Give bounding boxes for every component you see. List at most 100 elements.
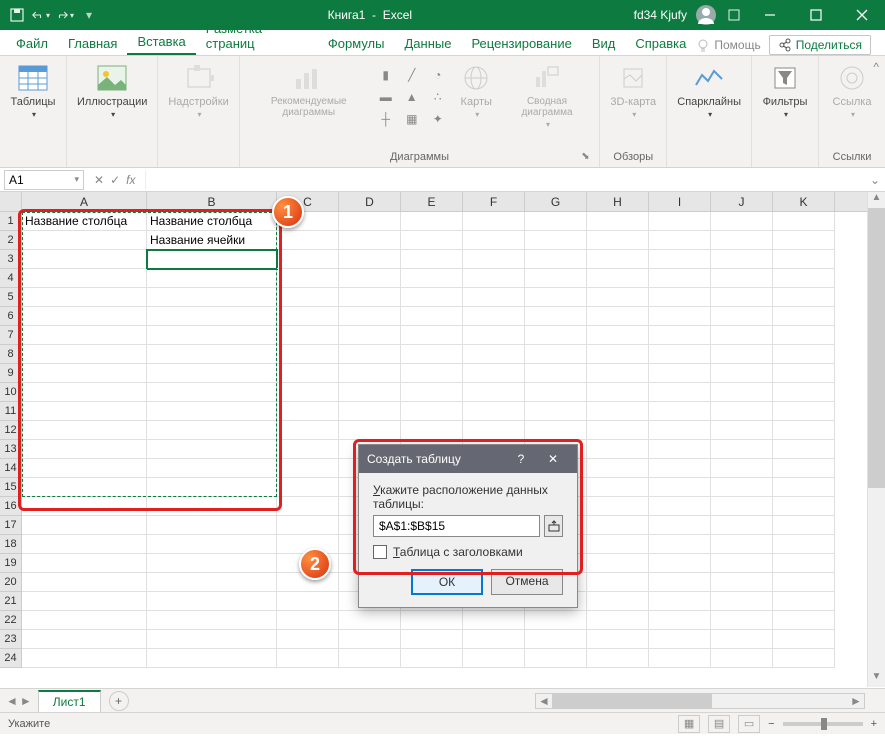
zoom-out-icon[interactable]: −: [768, 718, 774, 730]
dialog-range-input[interactable]: [373, 515, 540, 537]
cell[interactable]: [401, 364, 463, 383]
cell[interactable]: [277, 345, 339, 364]
cell[interactable]: [147, 478, 277, 497]
3dmap-button[interactable]: 3D-карта▾: [608, 60, 658, 121]
cell[interactable]: [339, 364, 401, 383]
cell[interactable]: [22, 497, 147, 516]
cell[interactable]: [525, 630, 587, 649]
cell[interactable]: [525, 250, 587, 269]
user-area[interactable]: fd34 Kjufy: [634, 4, 747, 26]
cell[interactable]: [401, 288, 463, 307]
cell[interactable]: [773, 250, 835, 269]
column-headers[interactable]: ABCDEFGHIJK: [22, 192, 867, 212]
cell[interactable]: [649, 649, 711, 668]
cell[interactable]: [401, 212, 463, 231]
cell[interactable]: [711, 554, 773, 573]
column-header[interactable]: I: [649, 192, 711, 211]
cell[interactable]: [277, 364, 339, 383]
cell[interactable]: [587, 231, 649, 250]
cell[interactable]: [339, 326, 401, 345]
row-header[interactable]: 8: [0, 345, 21, 364]
cell[interactable]: [401, 402, 463, 421]
cell[interactable]: [401, 630, 463, 649]
row-header[interactable]: 3: [0, 250, 21, 269]
cell[interactable]: [147, 611, 277, 630]
cell[interactable]: [22, 345, 147, 364]
cell[interactable]: [401, 611, 463, 630]
cell[interactable]: [147, 592, 277, 611]
cell[interactable]: [147, 307, 277, 326]
spreadsheet-grid[interactable]: ABCDEFGHIJK 1234567891011121314151617181…: [0, 192, 885, 688]
cell[interactable]: [147, 402, 277, 421]
cell[interactable]: [711, 307, 773, 326]
tab-view[interactable]: Вид: [582, 32, 626, 55]
cell[interactable]: [147, 554, 277, 573]
cell[interactable]: [339, 345, 401, 364]
cell[interactable]: [277, 611, 339, 630]
cell[interactable]: [22, 307, 147, 326]
cell[interactable]: [711, 630, 773, 649]
cell[interactable]: [711, 535, 773, 554]
cell[interactable]: [773, 611, 835, 630]
zoom-in-icon[interactable]: +: [871, 718, 877, 730]
cell[interactable]: [401, 326, 463, 345]
cell[interactable]: [587, 573, 649, 592]
cell[interactable]: [277, 478, 339, 497]
cell[interactable]: [147, 364, 277, 383]
column-header[interactable]: J: [711, 192, 773, 211]
cell[interactable]: [649, 535, 711, 554]
cell[interactable]: [711, 345, 773, 364]
illustrations-button[interactable]: Иллюстрации▾: [75, 60, 149, 121]
cell[interactable]: [339, 611, 401, 630]
pivot-chart-button[interactable]: Сводная диаграмма▾: [503, 60, 592, 131]
dialog-titlebar[interactable]: Создать таблицу ? ✕: [359, 445, 577, 473]
cell[interactable]: [463, 630, 525, 649]
chart-type-stock-icon[interactable]: ┼: [374, 108, 398, 130]
cell[interactable]: [22, 592, 147, 611]
row-header[interactable]: 2: [0, 231, 21, 250]
cell[interactable]: [773, 459, 835, 478]
cell[interactable]: [587, 250, 649, 269]
cell[interactable]: [711, 611, 773, 630]
cell[interactable]: [773, 440, 835, 459]
row-header[interactable]: 11: [0, 402, 21, 421]
tab-home[interactable]: Главная: [58, 32, 127, 55]
cell[interactable]: [525, 364, 587, 383]
cell[interactable]: [773, 364, 835, 383]
row-header[interactable]: 7: [0, 326, 21, 345]
cell[interactable]: [649, 402, 711, 421]
cell[interactable]: [773, 649, 835, 668]
cell[interactable]: [277, 326, 339, 345]
row-header[interactable]: 10: [0, 383, 21, 402]
cell[interactable]: [22, 478, 147, 497]
view-normal-icon[interactable]: ▦: [678, 715, 700, 733]
enter-formula-icon[interactable]: ✓: [110, 173, 120, 187]
row-header[interactable]: 12: [0, 421, 21, 440]
cell[interactable]: [711, 421, 773, 440]
cell[interactable]: [339, 383, 401, 402]
cell[interactable]: [463, 421, 525, 440]
sheet-tab[interactable]: Лист1: [38, 690, 101, 712]
cell[interactable]: [147, 269, 277, 288]
cell[interactable]: [22, 364, 147, 383]
cell[interactable]: [711, 459, 773, 478]
zoom-slider[interactable]: [783, 722, 863, 726]
row-header[interactable]: 15: [0, 478, 21, 497]
sheet-nav-next-icon[interactable]: ►: [20, 694, 32, 708]
cell[interactable]: [463, 345, 525, 364]
cell[interactable]: [711, 478, 773, 497]
close-button[interactable]: [839, 0, 885, 30]
cell[interactable]: [587, 288, 649, 307]
cell[interactable]: [587, 478, 649, 497]
column-header[interactable]: F: [463, 192, 525, 211]
cell[interactable]: [773, 535, 835, 554]
cell[interactable]: [587, 630, 649, 649]
ok-button[interactable]: ОК: [411, 569, 483, 595]
row-header[interactable]: 6: [0, 307, 21, 326]
cell[interactable]: [587, 269, 649, 288]
cell[interactable]: [773, 402, 835, 421]
cell[interactable]: [773, 212, 835, 231]
chart-type-bar-icon[interactable]: ▬: [374, 86, 398, 108]
cell[interactable]: [587, 535, 649, 554]
cancel-formula-icon[interactable]: ✕: [94, 173, 104, 187]
